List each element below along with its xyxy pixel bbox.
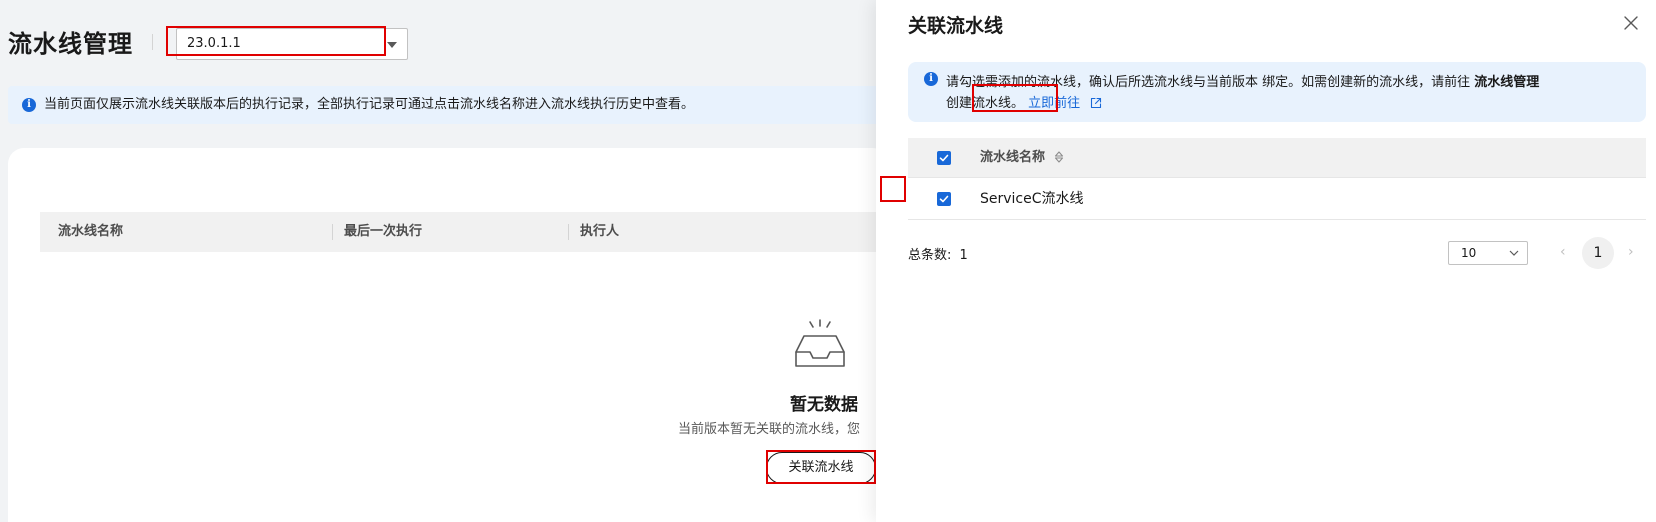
- records-table-header: 流水线名称 最后一次执行 执行人: [40, 212, 888, 252]
- info-icon: i: [22, 98, 36, 112]
- next-page-icon[interactable]: ›: [1628, 244, 1634, 260]
- go-now-link-label: 立即前往: [1028, 96, 1081, 111]
- external-link-icon: [1091, 97, 1102, 109]
- check-icon: [939, 195, 949, 203]
- col-divider: [568, 224, 569, 240]
- col-pipeline-name-label: 流水线名称: [980, 150, 1046, 165]
- page-size-value: 10: [1461, 246, 1477, 260]
- drawer-notice-text2: 创建流水线。: [946, 96, 1025, 111]
- drawer-notice-line2: 创建流水线。 立即前往: [946, 92, 1102, 111]
- page-title: 流水线管理: [8, 30, 133, 58]
- version-select-value: 23.0.1.1: [187, 36, 241, 51]
- info-notice-text: 当前页面仅展示流水线关联版本后的执行记录，全部执行记录可通过点击流水线名称进入流…: [44, 97, 695, 112]
- drawer-notice-text: 请勾选需添加的流水线，确认后所选流水线与当前版本 绑定。如需创建新的流水线，请前…: [946, 75, 1471, 90]
- drawer-title: 关联流水线: [908, 15, 1004, 37]
- col-pipeline-name: 流水线名称: [980, 138, 1064, 178]
- current-page-button[interactable]: 1: [1582, 237, 1614, 269]
- total-value: 1: [959, 248, 968, 263]
- pipeline-management-text: 流水线管理: [1474, 75, 1540, 90]
- drawer-info-notice: i 请勾选需添加的流水线，确认后所选流水线与当前版本 绑定。如需创建新的流水线，…: [908, 62, 1646, 122]
- row-pipeline-name: ServiceC流水线: [980, 191, 1084, 207]
- highlight-box: [880, 176, 906, 202]
- close-icon[interactable]: [1622, 14, 1640, 32]
- col-pipeline-name: 流水线名称: [58, 224, 124, 239]
- table-row[interactable]: ServiceC流水线: [908, 178, 1646, 220]
- col-divider: [332, 224, 333, 240]
- total-count: 总条数: 1: [908, 244, 968, 263]
- row-checkbox[interactable]: [937, 192, 951, 206]
- title-divider: [152, 34, 153, 50]
- col-last-execution: 最后一次执行: [344, 224, 423, 239]
- total-label: 总条数:: [908, 248, 952, 263]
- empty-title: 暂无数据: [790, 395, 858, 415]
- associate-pipeline-button[interactable]: 关联流水线: [766, 452, 876, 484]
- info-notice: i 当前页面仅展示流水线关联版本后的执行记录，全部执行记录可通过点击流水线名称进…: [8, 86, 886, 124]
- page-size-select[interactable]: 10: [1448, 241, 1528, 265]
- chevron-down-icon: [1509, 250, 1519, 256]
- go-now-link[interactable]: 立即前往: [1028, 96, 1102, 111]
- drawer-notice-line1: 请勾选需添加的流水线，确认后所选流水线与当前版本 绑定。如需创建新的流水线，请前…: [946, 71, 1539, 90]
- select-all-checkbox[interactable]: [937, 151, 951, 165]
- sort-icon[interactable]: [1054, 150, 1064, 164]
- check-icon: [939, 154, 949, 162]
- caret-down-icon: [387, 42, 397, 48]
- prev-page-icon[interactable]: ‹: [1560, 244, 1566, 260]
- version-select[interactable]: 23.0.1.1: [176, 28, 408, 60]
- empty-description: 当前版本暂无关联的流水线，您: [678, 422, 861, 437]
- col-executor: 执行人: [580, 224, 620, 239]
- info-icon: i: [924, 72, 938, 86]
- records-card: 流水线名称 最后一次执行 执行人: [8, 148, 888, 522]
- drawer-table-header: 流水线名称: [908, 138, 1646, 178]
- associate-pipeline-drawer: 关联流水线 i 请勾选需添加的流水线，确认后所选流水线与当前版本 绑定。如需创建…: [876, 0, 1656, 522]
- empty-box-icon: [795, 319, 845, 367]
